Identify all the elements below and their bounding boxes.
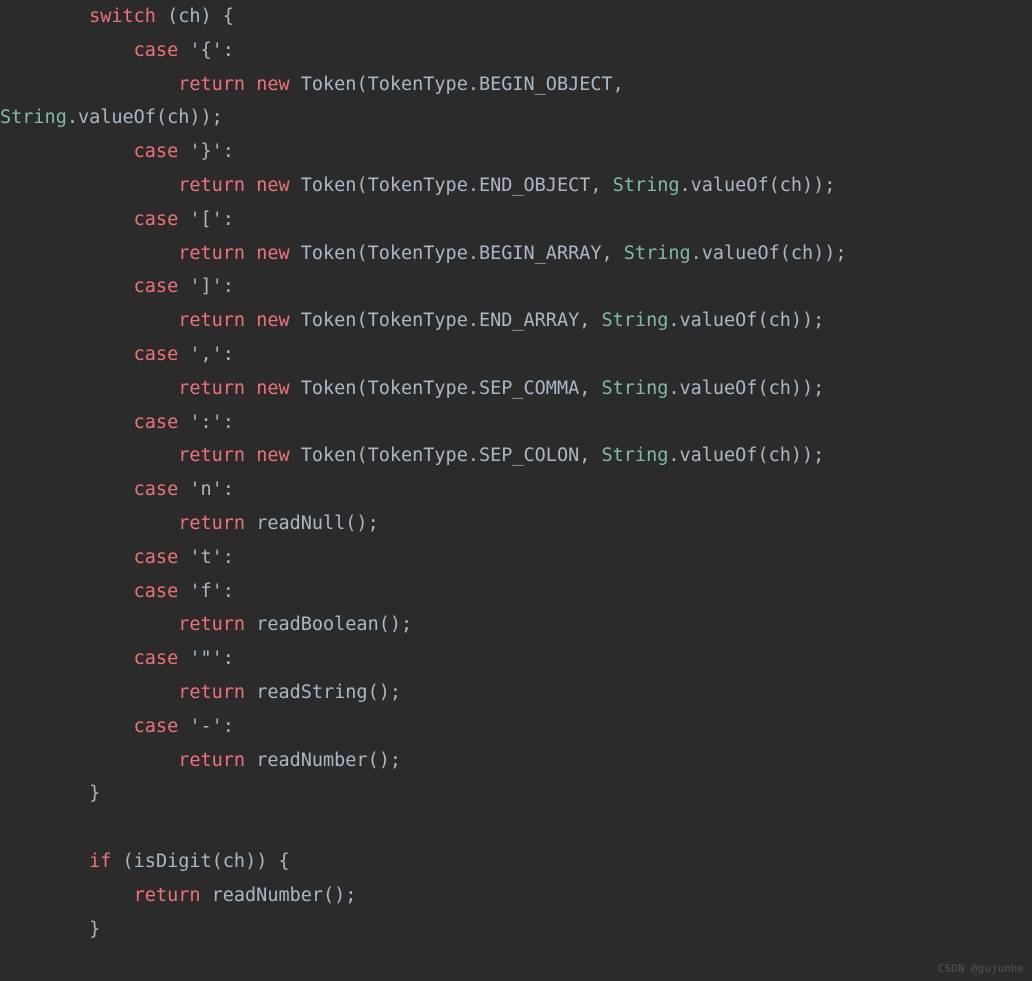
type-string: String <box>613 175 680 196</box>
method-valueof: valueOf <box>679 378 757 399</box>
keyword-case: case <box>134 547 179 568</box>
type-string: String <box>602 378 669 399</box>
char-literal: ',' <box>189 344 222 365</box>
ident-tokentype: TokenType <box>368 175 468 196</box>
type-string: String <box>0 107 67 128</box>
method-readnull: readNull <box>256 513 345 534</box>
ident-token: Token <box>301 378 357 399</box>
ident-ch: ch <box>769 378 791 399</box>
keyword-case: case <box>134 40 179 61</box>
ident-tokentype: TokenType <box>368 445 468 466</box>
keyword-case: case <box>134 479 179 500</box>
ident-token: Token <box>301 74 357 95</box>
keyword-new: new <box>256 310 289 331</box>
char-literal: '-' <box>189 716 222 737</box>
type-string: String <box>624 243 691 264</box>
ident-token: Token <box>301 243 357 264</box>
watermark-text: CSDN @gujunhe <box>938 962 1024 975</box>
code-block: switch (ch) { case '{': return new Token… <box>0 0 1032 946</box>
char-literal: '[' <box>189 209 222 230</box>
keyword-return: return <box>178 445 245 466</box>
keyword-return: return <box>178 614 245 635</box>
keyword-return: return <box>178 682 245 703</box>
keyword-return: return <box>178 750 245 771</box>
keyword-case: case <box>134 276 179 297</box>
char-literal: '{' <box>189 40 222 61</box>
ident-tokentype: TokenType <box>368 310 468 331</box>
method-readnumber: readNumber <box>212 885 323 906</box>
ident-token: Token <box>301 175 357 196</box>
char-literal: 'n' <box>189 479 222 500</box>
keyword-switch: switch <box>89 6 156 27</box>
method-readnumber: readNumber <box>256 750 367 771</box>
method-valueof: valueOf <box>78 107 156 128</box>
keyword-case: case <box>134 412 179 433</box>
keyword-case: case <box>134 716 179 737</box>
ident-ch: ch <box>769 445 791 466</box>
enum-value: BEGIN_ARRAY <box>479 243 602 264</box>
method-readboolean: readBoolean <box>256 614 379 635</box>
char-literal: '"' <box>189 648 222 669</box>
keyword-return: return <box>178 513 245 534</box>
ident-token: Token <box>301 445 357 466</box>
keyword-return: return <box>178 74 245 95</box>
char-literal: 'f' <box>189 581 222 602</box>
keyword-case: case <box>134 209 179 230</box>
ident-token: Token <box>301 310 357 331</box>
keyword-case: case <box>134 648 179 669</box>
keyword-case: case <box>134 344 179 365</box>
method-valueof: valueOf <box>679 310 757 331</box>
enum-value: BEGIN_OBJECT <box>479 74 613 95</box>
char-literal: ']' <box>189 276 222 297</box>
method-valueof: valueOf <box>691 175 769 196</box>
ident-ch: ch <box>167 107 189 128</box>
keyword-new: new <box>256 243 289 264</box>
enum-value: SEP_COMMA <box>479 378 579 399</box>
keyword-new: new <box>256 175 289 196</box>
enum-value: END_OBJECT <box>479 175 590 196</box>
ident-ch: ch <box>780 175 802 196</box>
ident-ch: ch <box>769 310 791 331</box>
keyword-new: new <box>256 74 289 95</box>
char-literal: '}' <box>189 141 222 162</box>
keyword-if: if <box>89 851 111 872</box>
enum-value: END_ARRAY <box>479 310 579 331</box>
method-valueof: valueOf <box>679 445 757 466</box>
method-readstring: readString <box>256 682 367 703</box>
ident-tokentype: TokenType <box>368 243 468 264</box>
ident-ch: ch <box>791 243 813 264</box>
method-valueof: valueOf <box>702 243 780 264</box>
keyword-return: return <box>178 243 245 264</box>
ident-ch: ch <box>223 851 245 872</box>
keyword-new: new <box>256 445 289 466</box>
keyword-return: return <box>178 378 245 399</box>
keyword-return: return <box>178 310 245 331</box>
char-literal: ':' <box>189 412 222 433</box>
type-string: String <box>602 310 669 331</box>
type-string: String <box>602 445 669 466</box>
method-isdigit: isDigit <box>134 851 212 872</box>
enum-value: SEP_COLON <box>479 445 579 466</box>
char-literal: 't' <box>189 547 222 568</box>
ident-ch: ch <box>178 6 200 27</box>
keyword-new: new <box>256 378 289 399</box>
keyword-return: return <box>134 885 201 906</box>
keyword-return: return <box>178 175 245 196</box>
keyword-case: case <box>134 141 179 162</box>
ident-tokentype: TokenType <box>368 74 468 95</box>
ident-tokentype: TokenType <box>368 378 468 399</box>
keyword-case: case <box>134 581 179 602</box>
